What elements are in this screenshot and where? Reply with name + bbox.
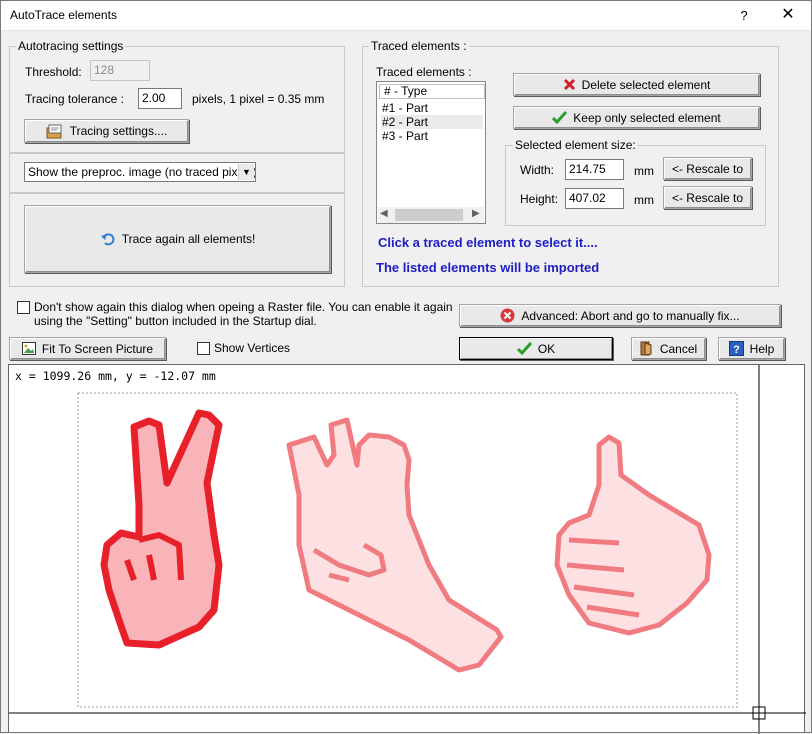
ok-button[interactable]: OK bbox=[459, 337, 613, 360]
fit-to-screen-button[interactable]: Fit To Screen Picture bbox=[9, 337, 166, 360]
title-bar: AutoTrace elements ? ✕ bbox=[0, 0, 812, 31]
dont-show-text-line2: using the "Setting" button included in t… bbox=[34, 314, 317, 328]
traced-elements-legend: Traced elements : bbox=[369, 39, 469, 53]
rescale-height-button[interactable]: <- Rescale to bbox=[663, 186, 752, 209]
help-label: Help bbox=[749, 341, 775, 356]
height-field[interactable]: 407.02 bbox=[565, 188, 624, 209]
tolerance-field[interactable]: 2.00 bbox=[138, 88, 182, 109]
import-hint-message: The listed elements will be imported bbox=[376, 260, 600, 275]
fit-to-screen-label: Fit To Screen Picture bbox=[41, 341, 154, 356]
select-hint-message: Click a traced element to select it.... bbox=[378, 235, 598, 250]
tracing-settings-label: Tracing settings.... bbox=[69, 124, 168, 138]
help-button[interactable]: ? Help bbox=[718, 337, 785, 360]
window-title: AutoTrace elements bbox=[10, 8, 117, 22]
height-label: Height: bbox=[520, 192, 559, 206]
cancel-label: Cancel bbox=[659, 341, 698, 356]
height-unit: mm bbox=[634, 193, 654, 207]
threshold-field[interactable]: 128 bbox=[90, 60, 150, 81]
list-item[interactable]: #1 - Part bbox=[381, 101, 483, 115]
delete-selected-label: Delete selected element bbox=[581, 77, 711, 92]
picture-icon bbox=[21, 342, 36, 355]
traced-element-2[interactable] bbox=[286, 417, 504, 673]
traced-element-1[interactable] bbox=[100, 409, 223, 649]
close-button[interactable]: ✕ bbox=[776, 4, 800, 28]
help-title-button[interactable]: ? bbox=[732, 4, 756, 28]
autotracing-settings-legend: Autotracing settings bbox=[16, 39, 126, 53]
door-exit-icon bbox=[640, 341, 654, 356]
dont-show-text-line1: Don't show again this dialog when opeing… bbox=[34, 300, 453, 314]
list-item[interactable]: #2 - Part bbox=[381, 115, 483, 129]
preview-mode-value: Show the preproc. image (no traced pixel… bbox=[28, 165, 256, 179]
advanced-abort-button[interactable]: Advanced: Abort and go to manually fix..… bbox=[459, 304, 781, 327]
width-label: Width: bbox=[520, 163, 555, 177]
cancel-button[interactable]: Cancel bbox=[631, 337, 706, 360]
checkmark-icon bbox=[516, 342, 532, 355]
trace-again-button[interactable]: Trace again all elements! bbox=[24, 205, 331, 273]
keep-only-selected-label: Keep only selected element bbox=[573, 110, 721, 125]
traced-elements-list[interactable]: # - Type #1 - Part #2 - Part #3 - Part ◀… bbox=[376, 81, 486, 224]
help-icon: ? bbox=[728, 341, 744, 356]
threshold-label: Threshold: bbox=[25, 65, 82, 79]
tracing-settings-button[interactable]: Tracing settings.... bbox=[24, 119, 189, 143]
refresh-icon bbox=[100, 231, 116, 247]
trace-preview-drawing bbox=[9, 365, 806, 734]
horizontal-scrollbar[interactable]: ◀ ▶ bbox=[378, 207, 484, 223]
dont-show-checkbox[interactable] bbox=[17, 301, 30, 314]
tolerance-unit: pixels, 1 pixel = 0.35 mm bbox=[192, 92, 325, 106]
abort-icon bbox=[500, 308, 515, 323]
preview-mode-select[interactable]: Show the preproc. image (no traced pixel… bbox=[24, 162, 256, 182]
advanced-abort-label: Advanced: Abort and go to manually fix..… bbox=[521, 308, 740, 323]
show-vertices-checkbox[interactable] bbox=[197, 342, 210, 355]
keep-only-selected-button[interactable]: Keep only selected element bbox=[513, 106, 760, 129]
delete-selected-button[interactable]: Delete selected element bbox=[513, 73, 760, 96]
delete-x-icon bbox=[563, 78, 576, 91]
svg-text:?: ? bbox=[733, 344, 740, 356]
scroll-left-icon[interactable]: ◀ bbox=[380, 208, 388, 219]
traced-element-3[interactable] bbox=[554, 434, 712, 636]
show-vertices-label: Show Vertices bbox=[214, 341, 291, 355]
trace-preview-canvas[interactable]: x = 1099.26 mm, y = -12.07 mm bbox=[8, 364, 806, 734]
scroll-thumb[interactable] bbox=[395, 209, 463, 221]
ok-label: OK bbox=[537, 341, 556, 356]
checkmark-icon bbox=[552, 111, 568, 124]
trace-again-label: Trace again all elements! bbox=[121, 232, 256, 246]
scroll-right-icon[interactable]: ▶ bbox=[472, 208, 480, 219]
list-header[interactable]: # - Type bbox=[379, 84, 485, 99]
rescale-width-button[interactable]: <- Rescale to bbox=[663, 157, 752, 180]
width-field[interactable]: 214.75 bbox=[565, 159, 624, 180]
settings-tools-icon bbox=[46, 123, 64, 139]
width-unit: mm bbox=[634, 164, 654, 178]
tolerance-label: Tracing tolerance : bbox=[25, 92, 124, 106]
list-item[interactable]: #3 - Part bbox=[381, 129, 483, 143]
element-size-legend: Selected element size: bbox=[513, 138, 638, 152]
traced-list-label: Traced elements : bbox=[376, 65, 472, 79]
chevron-down-icon[interactable]: ▼ bbox=[238, 164, 254, 180]
